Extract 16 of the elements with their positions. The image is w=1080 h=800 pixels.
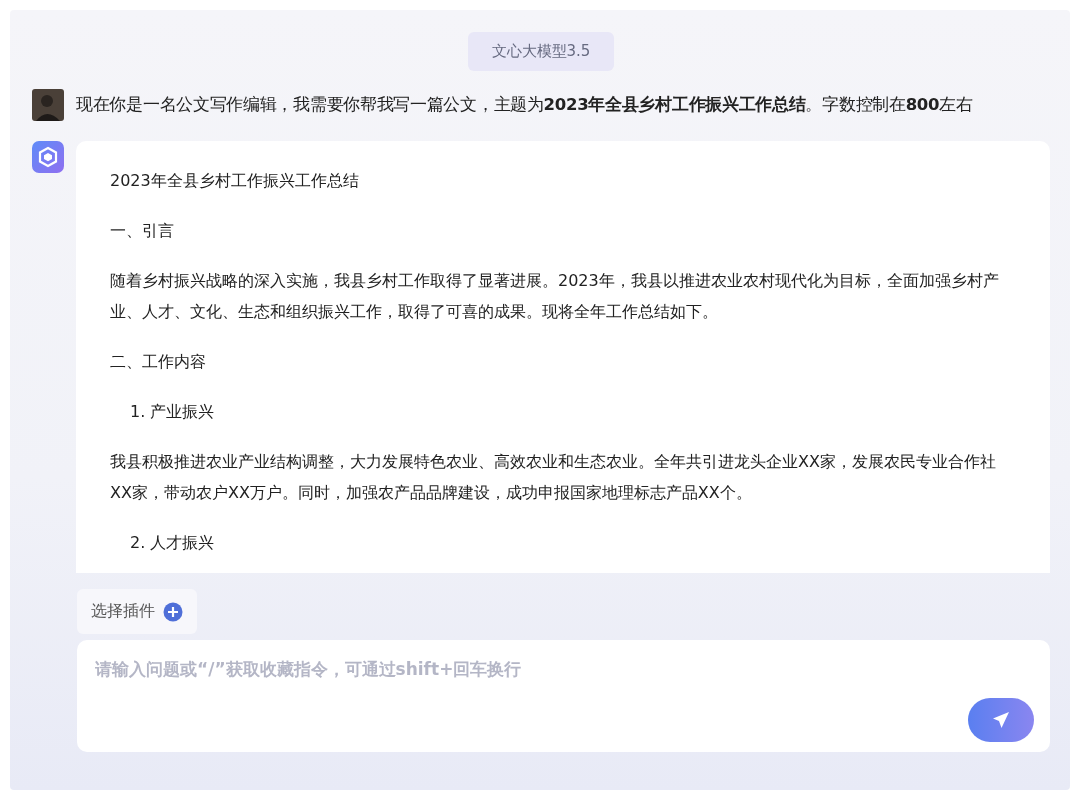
response-paragraph: 我县积极推进农业产业结构调整，大力发展特色农业、高效农业和生态农业。全年共引进龙头企业XX家，发展农民专业合作社XX家，带动农户XX万户。同时，加强农产品品牌建设，成功申报国家地理标志产品XX个。 xyxy=(110,451,997,504)
plus-icon xyxy=(163,601,183,622)
send-icon xyxy=(991,710,1011,730)
section-heading: 一、引言 xyxy=(110,220,175,242)
user-avatar xyxy=(32,89,64,121)
message-input[interactable]: 请输入问题或“/”获取收藏指令，可通过shift+回车换行 xyxy=(93,658,1034,680)
list-item: 1. 产业振兴 xyxy=(129,401,216,423)
list-item: 2. 人才振兴 xyxy=(129,532,216,554)
section-heading: 二、工作内容 xyxy=(110,351,207,373)
response-title: 2023年全县乡村工作振兴工作总结 xyxy=(110,170,360,192)
user-message: 现在你是一名公文写作编辑，我需要你帮我写一篇公文，主题为2023年全县乡村工作振兴工作总结。字数控制在800左右 xyxy=(76,94,973,116)
response-paragraph: 随着乡村振兴战略的深入实施，我县乡村工作取得了显著进展。2023年，我县以推进农业农村现代化为目标，全面加强乡村产业、人才、文化、生态和组织振兴工作，取得了可喜的成果。现将全年工作总结如下。 xyxy=(110,270,1000,323)
bot-logo-icon xyxy=(32,141,64,173)
send-button[interactable] xyxy=(968,698,1034,742)
model-badge: 文心大模型3.5 xyxy=(467,32,615,71)
plugin-button[interactable]: 选择插件 xyxy=(77,589,197,634)
